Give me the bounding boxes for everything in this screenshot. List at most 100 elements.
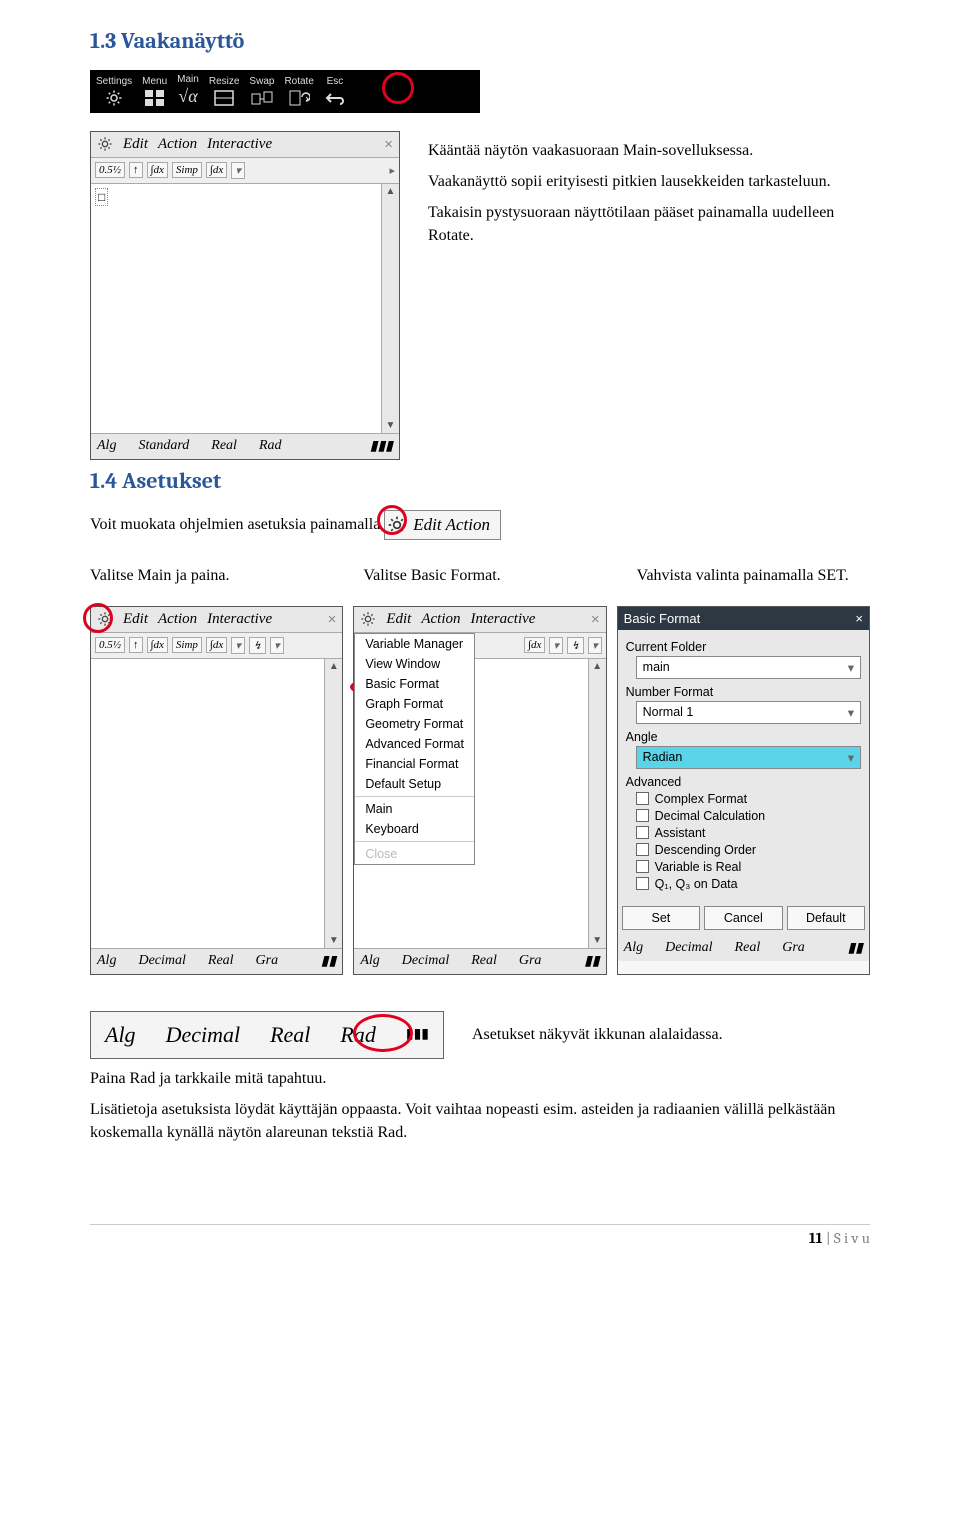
tb-integral2[interactable]: ∫dx: [206, 162, 227, 178]
tb-fraction[interactable]: 0.5½: [95, 637, 125, 653]
status-alg[interactable]: Alg: [360, 953, 379, 970]
status-alg[interactable]: Alg: [97, 953, 116, 970]
check-variable-is-real[interactable]: Variable is Real: [636, 860, 861, 874]
status-angle[interactable]: Rad: [259, 438, 282, 455]
menu-edit[interactable]: Edit: [123, 611, 148, 628]
gear-icon[interactable]: [97, 611, 113, 627]
dd-default-setup[interactable]: Default Setup: [355, 774, 474, 794]
gear-icon[interactable]: [97, 136, 113, 152]
menu-main[interactable]: Main √α: [177, 74, 199, 107]
menu-rotate[interactable]: Rotate: [284, 76, 313, 107]
close-icon[interactable]: ×: [384, 136, 393, 153]
tb-more2[interactable]: ▾: [588, 637, 602, 654]
input-cursor[interactable]: □: [95, 188, 108, 206]
menu-action[interactable]: Action: [158, 611, 197, 628]
label-angle: Angle: [626, 730, 861, 744]
dd-keyboard[interactable]: Keyboard: [355, 819, 474, 839]
check-complex-format[interactable]: Complex Format: [636, 792, 861, 806]
menu-resize[interactable]: Resize: [209, 76, 240, 107]
status-alg[interactable]: Alg: [624, 940, 643, 957]
dd-geometry-format[interactable]: Geometry Format: [355, 714, 474, 734]
status-strip-caption: Asetukset näkyvät ikkunan alalaidassa.: [472, 1023, 723, 1046]
menu-settings[interactable]: Settings: [96, 76, 132, 107]
status-num[interactable]: Decimal: [665, 940, 712, 957]
menu-interactive[interactable]: Interactive: [207, 136, 272, 153]
tb-hand-icon[interactable]: ↑: [129, 162, 143, 178]
status-complex[interactable]: Real: [208, 953, 234, 970]
closing-p2: Lisätietoja asetuksista löydät käyttäjän…: [90, 1098, 870, 1144]
tb-more[interactable]: ▾: [549, 637, 563, 654]
tb-fraction[interactable]: 0.5½: [95, 162, 125, 178]
menu-action[interactable]: Action: [421, 611, 460, 628]
battery-icon: ▮▮: [321, 953, 336, 970]
check-decimal-calculation[interactable]: Decimal Calculation: [636, 809, 861, 823]
check-descending-order[interactable]: Descending Order: [636, 843, 861, 857]
gear-icon[interactable]: [360, 611, 376, 627]
select-current-folder[interactable]: main▾: [636, 656, 861, 679]
tb-more1[interactable]: ▾: [231, 637, 245, 654]
close-icon[interactable]: ×: [855, 611, 863, 626]
tb-simp[interactable]: Simp: [172, 162, 202, 178]
status-angle[interactable]: Gra: [256, 953, 279, 970]
check-q1-q3-on-data[interactable]: Q₁, Q₃ on Data: [636, 877, 861, 891]
tb-graph[interactable]: ↯: [249, 637, 266, 654]
status-alg[interactable]: Alg: [105, 1022, 136, 1048]
cancel-button[interactable]: Cancel: [704, 906, 782, 930]
scrollbar[interactable]: ▲▼: [381, 184, 399, 433]
dd-graph-format[interactable]: Graph Format: [355, 694, 474, 714]
status-num[interactable]: Decimal: [138, 953, 185, 970]
tb-more[interactable]: ▾: [231, 162, 245, 179]
page-number: 11 | S i v u: [90, 1224, 870, 1247]
set-button[interactable]: Set: [622, 906, 700, 930]
dd-financial-format[interactable]: Financial Format: [355, 754, 474, 774]
scrollbar[interactable]: ▲▼: [588, 659, 606, 948]
basic-format-dialog: Basic Format × Current Folder main▾ Numb…: [617, 606, 870, 975]
default-button[interactable]: Default: [787, 906, 865, 930]
status-num[interactable]: Decimal: [402, 953, 449, 970]
battery-icon: ▮▮: [848, 940, 863, 957]
tb-integral2[interactable]: ∫dx: [206, 637, 227, 653]
scrollbar[interactable]: ▲▼: [324, 659, 342, 948]
status-alg[interactable]: Alg: [97, 438, 116, 455]
select-number-format[interactable]: Normal 1▾: [636, 701, 861, 724]
menu-edit[interactable]: Edit: [123, 136, 148, 153]
menu-interactive[interactable]: Interactive: [470, 611, 535, 628]
status-complex[interactable]: Real: [735, 940, 761, 957]
close-icon[interactable]: ×: [328, 611, 337, 628]
tb-forward[interactable]: ▸: [389, 164, 395, 177]
status-complex[interactable]: Real: [471, 953, 497, 970]
tb-more2[interactable]: ▾: [270, 637, 284, 654]
caption-1: Valitse Main ja paina.: [90, 564, 323, 587]
dd-advanced-format[interactable]: Advanced Format: [355, 734, 474, 754]
tb-integral[interactable]: ∫dx: [147, 637, 168, 653]
dd-variable-manager[interactable]: Variable Manager: [355, 634, 474, 654]
menu-menu[interactable]: Menu: [142, 76, 167, 107]
tb-simp[interactable]: Simp: [172, 637, 202, 653]
closing-p1: Paina Rad ja tarkkaile mitä tapahtuu.: [90, 1067, 870, 1090]
heading-1-3: 1.3 Vaakanäyttö: [90, 28, 870, 54]
tb-graph[interactable]: ↯: [567, 637, 584, 654]
dd-close: Close: [355, 844, 474, 864]
status-angle[interactable]: Gra: [519, 953, 542, 970]
status-real[interactable]: Real: [270, 1022, 310, 1048]
select-angle[interactable]: Radian▾: [636, 746, 861, 769]
calc-body: □ ▲▼: [91, 184, 399, 434]
status-decimal[interactable]: Decimal: [166, 1022, 241, 1048]
swap-icon: [251, 89, 273, 107]
menu-swap[interactable]: Swap: [249, 76, 274, 107]
tb-integral[interactable]: ∫dx: [147, 162, 168, 178]
menu-interactive[interactable]: Interactive: [207, 611, 272, 628]
menu-action[interactable]: Action: [158, 136, 197, 153]
dd-basic-format[interactable]: Basic Format: [355, 674, 474, 694]
tb-hand-icon[interactable]: ↑: [129, 637, 143, 653]
dd-main[interactable]: Main: [355, 799, 474, 819]
tb-integral[interactable]: ∫dx: [524, 637, 545, 653]
check-assistant[interactable]: Assistant: [636, 826, 861, 840]
dd-view-window[interactable]: View Window: [355, 654, 474, 674]
status-complex[interactable]: Real: [211, 438, 237, 455]
menu-esc[interactable]: Esc: [324, 76, 346, 107]
menu-edit[interactable]: Edit: [386, 611, 411, 628]
status-num[interactable]: Standard: [138, 438, 189, 455]
close-icon[interactable]: ×: [591, 611, 600, 628]
status-angle[interactable]: Gra: [782, 940, 805, 957]
